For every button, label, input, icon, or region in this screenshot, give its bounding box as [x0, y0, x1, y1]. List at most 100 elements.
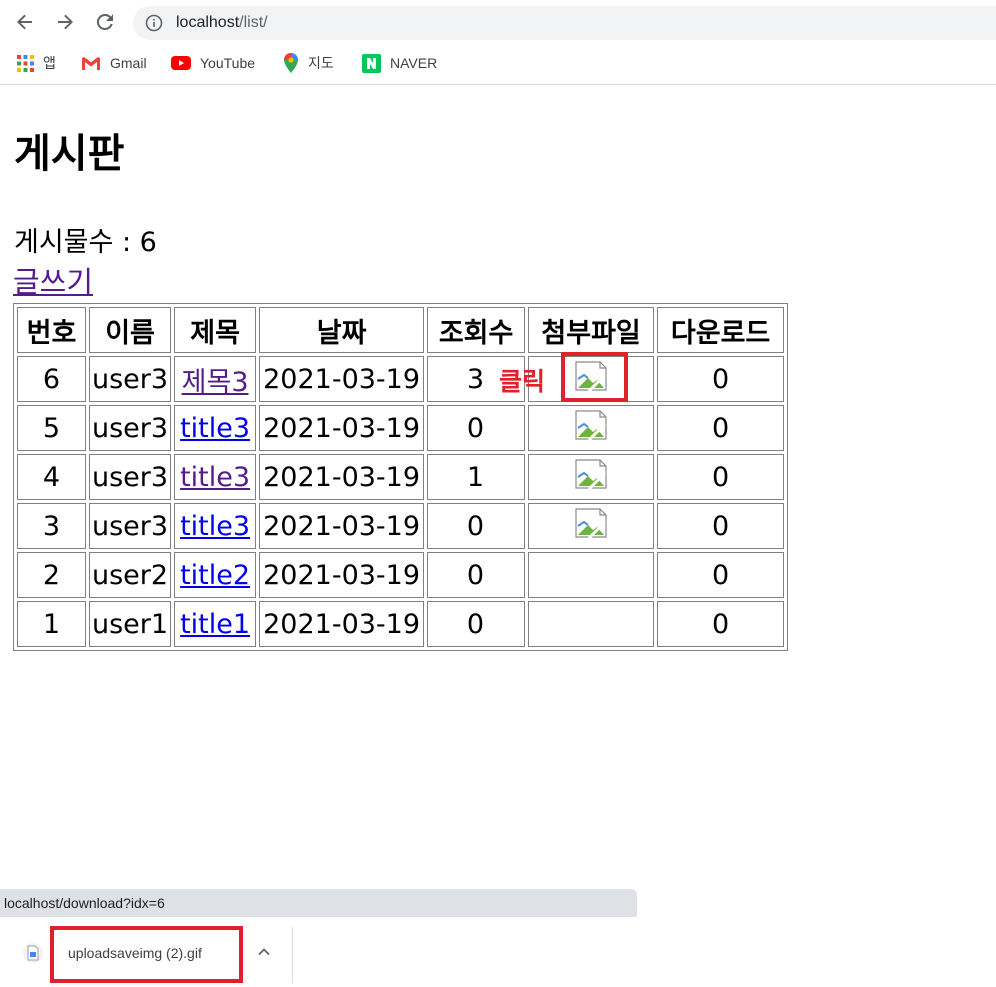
cell-attachment [528, 503, 655, 549]
cell-no: 1 [17, 601, 86, 647]
cell-name: user1 [89, 601, 172, 647]
maps-pin-icon [283, 53, 299, 73]
cell-date: 2021-03-19 [259, 405, 425, 451]
post-title-link[interactable]: title1 [180, 609, 250, 640]
cell-no: 3 [17, 503, 86, 549]
cell-attachment [528, 405, 655, 451]
browser-toolbar: localhost/list/ [0, 0, 996, 45]
cell-downloads: 0 [657, 601, 785, 647]
bookmark-apps[interactable]: 앱 [17, 53, 56, 73]
cell-title: title1 [174, 601, 257, 647]
bookmark-label: NAVER [390, 55, 438, 71]
bookmark-label: YouTube [200, 55, 256, 71]
broken-image-icon[interactable] [575, 409, 607, 447]
cell-downloads: 0 [657, 552, 785, 598]
cell-date: 2021-03-19 [259, 454, 425, 500]
youtube-icon [171, 56, 191, 70]
shelf-divider [292, 927, 293, 983]
highlight-box-download [50, 926, 243, 983]
back-button[interactable] [11, 8, 39, 36]
cell-no: 2 [17, 552, 86, 598]
cell-date: 2021-03-19 [259, 503, 425, 549]
cell-date: 2021-03-19 [259, 356, 425, 402]
url-text: localhost/list/ [176, 14, 268, 32]
cell-views: 1 [427, 454, 526, 500]
header-attachment: 첨부파일 [528, 307, 655, 353]
arrow-left-icon [17, 14, 32, 30]
cell-name: user3 [89, 503, 172, 549]
cell-name: user3 [89, 356, 172, 402]
page-title: 게시판 [14, 131, 125, 177]
bookmark-label: 지도 [308, 55, 334, 71]
reload-button[interactable] [91, 8, 119, 36]
table-row: 3 user3 title3 2021-03-19 0 0 [17, 503, 785, 549]
table-header-row: 번호 이름 제목 날짜 조회수 첨부파일 다운로드 [17, 307, 785, 353]
forward-button[interactable] [51, 8, 79, 36]
broken-image-icon[interactable] [575, 458, 607, 496]
gmail-icon [81, 56, 101, 71]
cell-no: 4 [17, 454, 86, 500]
header-downloads: 다운로드 [657, 307, 785, 353]
site-info-icon[interactable] [145, 14, 163, 36]
cell-date: 2021-03-19 [259, 552, 425, 598]
naver-icon [362, 53, 381, 73]
table-row: 5 user3 title3 2021-03-19 0 0 [17, 405, 785, 451]
cell-title: title3 [174, 405, 257, 451]
header-views: 조회수 [427, 307, 526, 353]
write-post-link[interactable]: 글쓰기 [13, 262, 93, 302]
file-icon [23, 940, 43, 970]
post-title-link[interactable]: 제목3 [182, 367, 249, 398]
url-host: localhost [176, 14, 240, 31]
bookmarks-bar: 앱 Gmail YouTube 지도 NAVER [0, 45, 996, 85]
bookmark-maps[interactable]: 지도 [283, 53, 334, 73]
cell-title: title3 [174, 454, 257, 500]
post-title-link[interactable]: title3 [180, 413, 250, 444]
cell-views: 0 [427, 601, 526, 647]
cell-downloads: 0 [657, 454, 785, 500]
reload-icon [96, 13, 113, 30]
table-row: 4 user3 title3 2021-03-19 1 0 [17, 454, 785, 500]
cell-date: 2021-03-19 [259, 601, 425, 647]
header-no: 번호 [17, 307, 86, 353]
cell-title: title3 [174, 503, 257, 549]
arrow-right-icon [58, 14, 73, 30]
cell-title: 제목3 [174, 356, 257, 402]
status-bubble: localhost/download?idx=6 [0, 889, 637, 917]
cell-title: title2 [174, 552, 257, 598]
cell-downloads: 0 [657, 405, 785, 451]
board-table: 번호 이름 제목 날짜 조회수 첨부파일 다운로드 6 user3 제목3 2021-… [13, 303, 789, 651]
cell-attachment [528, 552, 655, 598]
post-count: 게시물수 : 6 [14, 227, 157, 258]
table-row: 2 user2 title2 2021-03-19 0 0 [17, 552, 785, 598]
address-bar[interactable]: localhost/list/ [133, 6, 996, 40]
broken-image-icon[interactable] [575, 507, 607, 545]
bookmark-youtube[interactable]: YouTube [171, 53, 255, 73]
bookmark-label: Gmail [110, 55, 147, 71]
apps-grid-icon [17, 54, 34, 72]
highlight-box-attachment [561, 352, 628, 402]
bookmark-naver[interactable]: NAVER [362, 53, 437, 73]
post-title-link[interactable]: title2 [180, 560, 250, 591]
post-title-link[interactable]: title3 [180, 462, 250, 493]
bookmark-gmail[interactable]: Gmail [81, 53, 147, 73]
cell-name: user3 [89, 454, 172, 500]
header-name: 이름 [89, 307, 172, 353]
cell-attachment [528, 454, 655, 500]
table-row: 1 user1 title1 2021-03-19 0 0 [17, 601, 785, 647]
cell-views: 0 [427, 503, 526, 549]
post-title-link[interactable]: title3 [180, 511, 250, 542]
table-row: 6 user3 제목3 2021-03-19 3 0 [17, 356, 785, 402]
cell-no: 6 [17, 356, 86, 402]
url-path: /list/ [239, 14, 268, 31]
cell-views: 0 [427, 405, 526, 451]
cell-downloads: 0 [657, 356, 785, 402]
bookmark-label: 앱 [43, 55, 56, 71]
header-date: 날짜 [259, 307, 425, 353]
cell-attachment [528, 601, 655, 647]
chevron-up-icon[interactable] [256, 944, 272, 964]
cell-name: user3 [89, 405, 172, 451]
cell-views: 0 [427, 552, 526, 598]
click-annotation: 클릭 [499, 367, 546, 396]
board-body: 6 user3 제목3 2021-03-19 3 0 5 user3 title3 2021-03… [17, 356, 785, 647]
cell-downloads: 0 [657, 503, 785, 549]
